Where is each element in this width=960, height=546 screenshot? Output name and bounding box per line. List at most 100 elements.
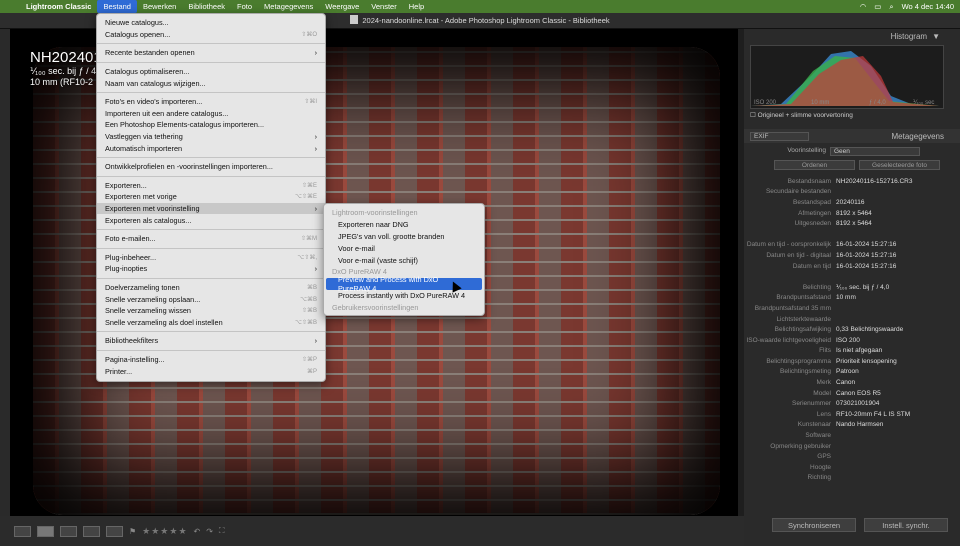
submenu-item-process-instantly-with-dxo-pureraw-4[interactable]: Process instantly with DxO PureRAW 4 — [324, 290, 484, 302]
left-panel-collapsed[interactable] — [0, 29, 10, 516]
menu-item-label: Een Photoshop Elements-catalogus importe… — [105, 120, 264, 130]
metadata-key: Afmetingen — [798, 209, 831, 217]
metadata-key: Brandpuntsafstand — [776, 294, 831, 302]
menu-item-label: Doelverzameling tonen — [105, 282, 180, 292]
menu-item-exporteren[interactable]: Exporteren... ⇧⌘E — [97, 180, 325, 192]
submenu-item-voor-e-mail-vaste-schijf[interactable]: Voor e-mail (vaste schijf) — [324, 254, 484, 266]
menu-item-exporteren-als-catalogus[interactable]: Exporteren als catalogus... — [97, 214, 325, 226]
metadata-value[interactable]: Canon — [836, 379, 960, 386]
metadata-value[interactable]: 073021001904 — [836, 400, 960, 407]
menu-item-label: Catalogus optimaliseren... — [105, 67, 190, 77]
menu-help[interactable]: Help — [403, 0, 430, 13]
menu-item-nieuwe-catalogus[interactable]: Nieuwe catalogus... — [97, 17, 325, 29]
menu-foto[interactable]: Foto — [231, 0, 258, 13]
menu-item-doelverzameling-tonen[interactable]: Doelverzameling tonen ⌘B — [97, 282, 325, 294]
shortcut: ⌥⌘B — [300, 296, 317, 303]
sync-button[interactable]: Synchroniseren — [772, 518, 856, 532]
menu-item-bibliotheekfilters[interactable]: Bibliotheekfilters › — [97, 335, 325, 347]
menu-bibliotheek[interactable]: Bibliotheek — [182, 0, 231, 13]
metadata-row: Secundaire bestanden — [744, 187, 960, 198]
ordenen-button[interactable]: Ordenen — [774, 160, 855, 170]
battery-icon[interactable]: ▭ — [874, 2, 881, 11]
metadata-value[interactable]: 10 mm — [836, 294, 960, 301]
menu-item-label: Foto e-mailen... — [105, 234, 156, 244]
search-icon[interactable]: ⌕ — [889, 2, 893, 12]
star-rating[interactable]: ★★★★★ — [142, 526, 187, 537]
menu-bestand[interactable]: Bestand — [97, 0, 137, 13]
menu-item-catalogus-openen[interactable]: Catalogus openen... ⇧⌘O — [97, 29, 325, 41]
metadata-value[interactable]: Prioriteit lensopening — [836, 358, 960, 365]
preset-row: Voorinstelling Geen — [744, 143, 960, 156]
apple-icon[interactable] — [8, 0, 20, 13]
menu-item-snelle-verzameling-wissen[interactable]: Snelle verzameling wissen ⇧⌘B — [97, 305, 325, 317]
metadata-value[interactable]: 20240116 — [836, 199, 960, 206]
menu-item-plug-inbeheer[interactable]: Plug-inbeheer... ⌥⇧⌘, — [97, 252, 325, 264]
metadata-value[interactable]: RF10-20mm F4 L IS STM — [836, 411, 960, 418]
metadata-value[interactable]: ⅟₁₀₀ sec. bij ƒ / 4,0 — [836, 283, 960, 291]
crop-icon[interactable]: ⛶ — [219, 526, 225, 536]
metadata-dropdown[interactable]: EXIF — [750, 131, 810, 141]
survey-view-icon[interactable] — [83, 525, 100, 537]
rotate-left-icon[interactable]: ↶ — [194, 527, 201, 536]
loupe-view-icon[interactable] — [37, 525, 54, 537]
menu-metagegevens[interactable]: Metagegevens — [258, 0, 319, 13]
menu-item-foto-s-en-video-s-importeren[interactable]: Foto's en video's importeren... ⇧⌘I — [97, 96, 325, 108]
submenu-item-jpeg-s-van-voll-grootte-branden[interactable]: JPEG's van voll. grootte branden — [324, 231, 484, 243]
metadata-row: Serienummer 073021001904 — [744, 398, 960, 409]
submenu-item-voor-e-mail[interactable]: Voor e-mail — [324, 242, 484, 254]
menu-item-exporteren-met-vorige[interactable]: Exporteren met vorige ⌥⇧⌘E — [97, 191, 325, 203]
metadata-value[interactable]: ISO 200 — [836, 337, 960, 344]
menu-item-ontwikkelprofielen-en-voorinstellingen-i[interactable]: Ontwikkelprofielen en -voorinstellingen … — [97, 161, 325, 173]
menu-item-vastleggen-via-tethering[interactable]: Vastleggen via tethering › — [97, 131, 325, 143]
rotate-right-icon[interactable]: ↷ — [206, 527, 213, 536]
metadata-value[interactable]: Nando Harmsen — [836, 421, 960, 428]
flag-icon[interactable]: ⚑ — [129, 527, 136, 536]
clock[interactable]: Wo 4 dec 14:40 — [902, 2, 954, 11]
metadata-value[interactable]: Patroon — [836, 368, 960, 375]
metadata-value[interactable]: NH20240116-152716.CR3 — [836, 178, 960, 185]
menu-item-een-photoshop-elements-catalogus-importe[interactable]: Een Photoshop Elements-catalogus importe… — [97, 119, 325, 131]
menu-item-importeren-uit-een-andere-catalogus[interactable]: Importeren uit een andere catalogus... — [97, 108, 325, 120]
metadata-value[interactable]: 8192 x 5464 — [836, 220, 960, 227]
menu-venster[interactable]: Venster — [365, 0, 402, 13]
metadata-key: Secundaire bestanden — [765, 188, 831, 196]
submenu-item-exporteren-naar-dng[interactable]: Exporteren naar DNG — [324, 219, 484, 231]
menu-separator — [97, 247, 325, 249]
menu-weergave[interactable]: Weergave — [319, 0, 365, 13]
metadata-value[interactable]: Canon EOS R5 — [836, 390, 960, 397]
menu-item-catalogus-optimaliseren[interactable]: Catalogus optimaliseren... — [97, 66, 325, 78]
menu-app[interactable]: Lightroom Classic — [20, 0, 97, 13]
metadata-value[interactable]: 16-01-2024 15:27:16 — [836, 241, 960, 248]
wifi-icon[interactable]: ◠ — [860, 2, 867, 11]
menu-item-printer[interactable]: Printer... ⌘P — [97, 365, 325, 377]
shortcut: ⇧⌘O — [301, 31, 317, 38]
compare-view-icon[interactable] — [60, 525, 77, 537]
menu-item-recente-bestanden-openen[interactable]: Recente bestanden openen › — [97, 47, 325, 59]
menu-item-label: Ontwikkelprofielen en -voorinstellingen … — [105, 162, 273, 172]
histogram-header[interactable]: Histogram ▼ — [744, 29, 960, 43]
metadata-value[interactable]: Is niet afgegaan — [836, 347, 960, 354]
sync-buttons: Synchroniseren Instell. synchr. — [744, 518, 960, 532]
menu-item-plug-inopties[interactable]: Plug-inopties › — [97, 263, 325, 275]
metadata-value[interactable]: 16-01-2024 15:27:16 — [836, 263, 960, 270]
metadata-header[interactable]: EXIF Metagegevens — [744, 129, 960, 143]
menu-bewerken[interactable]: Bewerken — [137, 0, 182, 13]
selected-photo-button[interactable]: Geselecteerde foto — [859, 160, 940, 170]
metadata-value[interactable]: 0,33 Belichtingswaarde — [836, 326, 960, 333]
menu-item-automatisch-importeren[interactable]: Automatisch importeren › — [97, 142, 325, 154]
metadata-value[interactable]: 8192 x 5464 — [836, 210, 960, 217]
menu-item-pagina-instelling[interactable]: Pagina-instelling... ⇧⌘P — [97, 354, 325, 366]
original-preview-toggle[interactable]: ☐ Origineel + slimme voorvertoning — [750, 111, 944, 119]
menu-item-exporteren-met-voorinstelling[interactable]: Exporteren met voorinstelling › — [97, 202, 325, 215]
menu-item-label: Exporteren met vorige — [105, 192, 177, 202]
metadata-key: Bestandspad — [793, 198, 831, 206]
grid-view-icon[interactable] — [14, 525, 31, 537]
preset-select[interactable]: Geen — [830, 147, 920, 156]
menu-item-snelle-verzameling-als-doel-instellen[interactable]: Snelle verzameling als doel instellen ⌥⇧⌘… — [97, 316, 325, 328]
people-view-icon[interactable] — [106, 525, 123, 537]
menu-item-foto-e-mailen[interactable]: Foto e-mailen... ⇧⌘M — [97, 233, 325, 245]
menu-item-naam-van-catalogus-wijzigen[interactable]: Naam van catalogus wijzigen... — [97, 77, 325, 89]
metadata-value[interactable]: 16-01-2024 15:27:16 — [836, 252, 960, 259]
sync-settings-button[interactable]: Instell. synchr. — [864, 518, 948, 532]
menu-item-snelle-verzameling-opslaan[interactable]: Snelle verzameling opslaan... ⌥⌘B — [97, 293, 325, 305]
